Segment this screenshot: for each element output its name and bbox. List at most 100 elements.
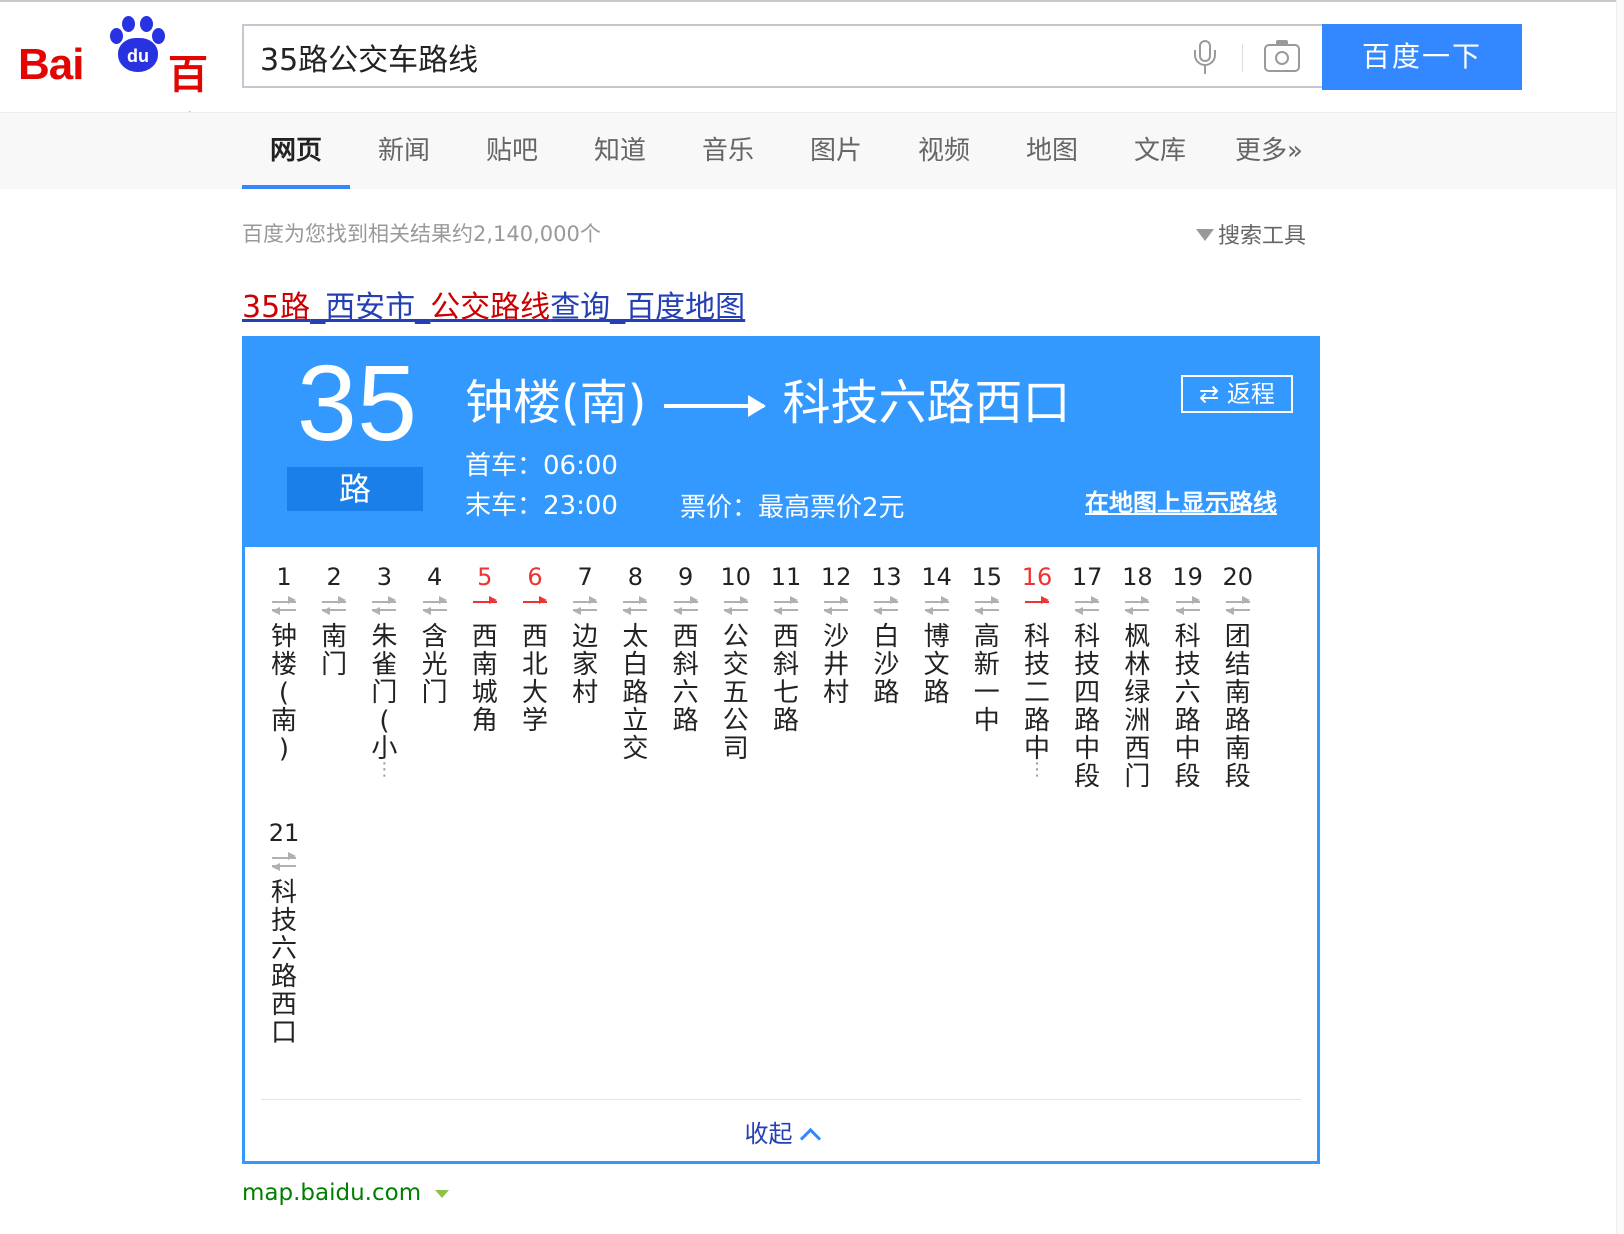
stop-number: 9 bbox=[677, 563, 694, 591]
bus-stop[interactable]: 18 枫林绿洲西门 bbox=[1112, 561, 1162, 791]
tab-images[interactable]: 图片 bbox=[782, 113, 890, 189]
result-url[interactable]: map.baidu.com bbox=[242, 1180, 450, 1206]
tab-music[interactable]: 音乐 bbox=[674, 113, 782, 189]
bus-stop[interactable]: 19 科技六路中段 bbox=[1163, 561, 1213, 791]
two-way-arrow-icon bbox=[560, 593, 610, 623]
search-box bbox=[242, 24, 1322, 88]
tab-web[interactable]: 网页 bbox=[242, 113, 350, 189]
bus-stop[interactable]: 11 西斜七路 bbox=[761, 561, 811, 735]
bus-stop[interactable]: 13 白沙路 bbox=[861, 561, 911, 707]
two-way-arrow-icon bbox=[912, 593, 962, 623]
logo-latin: Bai bbox=[18, 40, 84, 89]
tab-news[interactable]: 新闻 bbox=[350, 113, 458, 189]
first-bus-time: 首车：06:00 bbox=[465, 451, 618, 481]
bus-stop[interactable]: 6 西北大学 bbox=[510, 561, 560, 735]
stop-name: 太白路立交 bbox=[622, 622, 649, 764]
bus-stop[interactable]: 8 太白路立交 bbox=[610, 561, 660, 763]
stop-number: 5 bbox=[477, 563, 493, 591]
stop-number: 13 bbox=[871, 563, 902, 591]
search-tools-button[interactable]: 搜索工具 bbox=[1196, 218, 1306, 250]
stop-name: 西南城角 bbox=[471, 622, 498, 736]
result-title-link[interactable]: 35路_西安市_公交路线查询_百度地图 bbox=[242, 282, 745, 326]
bus-stop[interactable]: 15 高新一中 bbox=[962, 561, 1012, 735]
bus-stop[interactable]: 12 沙井村 bbox=[811, 561, 861, 707]
two-way-arrow-icon bbox=[259, 849, 309, 879]
stop-number: 7 bbox=[577, 563, 593, 591]
route-to: 科技六路西口 bbox=[782, 375, 1071, 431]
bus-stop[interactable]: 14 博文路 bbox=[912, 561, 962, 707]
stop-name: 西斜七路 bbox=[772, 622, 799, 736]
scrollbar[interactable] bbox=[1616, 0, 1624, 1234]
result-count: 百度为您找到相关结果约2,140,000个 bbox=[242, 222, 601, 246]
microphone-icon[interactable] bbox=[1190, 40, 1220, 76]
stop-name: 白沙路 bbox=[873, 622, 900, 708]
search-button[interactable]: 百度一下 bbox=[1322, 24, 1522, 90]
stop-number: 17 bbox=[1071, 563, 1103, 591]
stop-number: 16 bbox=[1021, 563, 1053, 591]
two-way-arrow-icon bbox=[1062, 593, 1112, 623]
two-way-arrow-icon bbox=[811, 593, 861, 623]
stop-number: 21 bbox=[268, 819, 300, 847]
bus-stop[interactable]: 16 科技二路中 ⋮ bbox=[1012, 561, 1062, 779]
tab-tieba[interactable]: 贴吧 bbox=[458, 113, 566, 189]
return-trip-button[interactable]: ⇄ 返程 bbox=[1181, 375, 1293, 413]
tab-more[interactable]: 更多» bbox=[1214, 113, 1324, 189]
search-input[interactable] bbox=[258, 26, 1162, 88]
search-tabs: 网页 新闻 贴吧 知道 音乐 图片 视频 地图 文库 更多» bbox=[0, 112, 1624, 189]
bus-stop[interactable]: 4 含光门 bbox=[410, 561, 460, 707]
bus-stop[interactable]: 7 边家村 bbox=[560, 561, 610, 707]
tab-wenku[interactable]: 文库 bbox=[1106, 113, 1214, 189]
stop-number: 12 bbox=[820, 563, 852, 591]
search-separator bbox=[1242, 44, 1243, 72]
two-way-arrow-icon bbox=[661, 593, 711, 623]
paw-icon: du bbox=[106, 14, 170, 76]
stop-number: 4 bbox=[426, 563, 443, 591]
bus-stop[interactable]: 9 西斜六路 bbox=[661, 561, 711, 735]
bus-stop[interactable]: 3 朱雀门(小 ⋮ bbox=[359, 561, 409, 780]
bus-stop[interactable]: 1 钟楼(南) bbox=[259, 561, 309, 763]
stop-number: 11 bbox=[770, 563, 802, 591]
stop-name: 公交五公司 bbox=[722, 622, 749, 764]
two-way-arrow-icon bbox=[259, 593, 309, 623]
two-way-arrow-icon bbox=[962, 593, 1012, 623]
stop-number: 1 bbox=[276, 563, 292, 591]
logo-paw-text: du bbox=[127, 46, 149, 66]
stop-number: 18 bbox=[1122, 563, 1153, 591]
bus-stop[interactable]: 10 公交五公司 bbox=[711, 561, 761, 763]
bus-route-card: 35 路 钟楼(南) 科技六路西口 ⇄ 返程 首车：06:00 末车：23:00 … bbox=[242, 336, 1320, 1164]
stop-name: 高新一中 bbox=[973, 622, 1000, 736]
two-way-arrow-icon bbox=[610, 593, 660, 623]
dropdown-arrow-icon[interactable] bbox=[435, 1189, 450, 1198]
stop-name: 博文路 bbox=[923, 622, 950, 708]
bus-stop[interactable]: 5 西南城角 bbox=[460, 561, 510, 735]
two-way-arrow-icon bbox=[1112, 593, 1162, 623]
baidu-logo[interactable]: Bai du 百度 bbox=[18, 14, 228, 156]
bus-stop[interactable]: 2 南门 bbox=[309, 561, 359, 679]
route-from: 钟楼(南) bbox=[465, 375, 647, 431]
stop-number: 14 bbox=[921, 563, 952, 591]
stop-number: 3 bbox=[376, 563, 393, 591]
show-on-map-link[interactable]: 在地图上显示路线 bbox=[1085, 483, 1277, 518]
bus-stop[interactable]: 21 科技六路西口 bbox=[259, 817, 309, 1047]
camera-icon[interactable] bbox=[1264, 40, 1300, 72]
tab-zhidao[interactable]: 知道 bbox=[566, 113, 674, 189]
collapse-button[interactable]: 收起 bbox=[245, 1109, 1317, 1159]
stop-number: 19 bbox=[1172, 563, 1203, 591]
tab-video[interactable]: 视频 bbox=[890, 113, 998, 189]
stop-name: 西斜六路 bbox=[672, 622, 699, 736]
last-bus-time: 末车：23:00 bbox=[465, 491, 618, 521]
bus-stop[interactable]: 17 科技四路中段 bbox=[1062, 561, 1112, 791]
ellipsis-icon: ⋮ bbox=[375, 759, 394, 780]
tab-map[interactable]: 地图 bbox=[998, 113, 1106, 189]
bus-stop[interactable]: 20 团结南路南段 bbox=[1213, 561, 1263, 791]
stop-name: 科技四路中段 bbox=[1074, 622, 1101, 792]
stop-name: 边家村 bbox=[572, 622, 599, 708]
two-way-arrow-icon bbox=[711, 593, 761, 623]
stop-name: 朱雀门(小 bbox=[371, 622, 398, 764]
filter-icon bbox=[1196, 229, 1214, 241]
bus-route-header: 35 路 钟楼(南) 科技六路西口 ⇄ 返程 首车：06:00 末车：23:00 … bbox=[245, 339, 1317, 547]
stop-number: 2 bbox=[326, 563, 342, 591]
stop-number: 20 bbox=[1222, 563, 1254, 591]
route-title: 钟楼(南) 科技六路西口 bbox=[465, 363, 1070, 433]
stop-name: 沙井村 bbox=[823, 622, 850, 708]
